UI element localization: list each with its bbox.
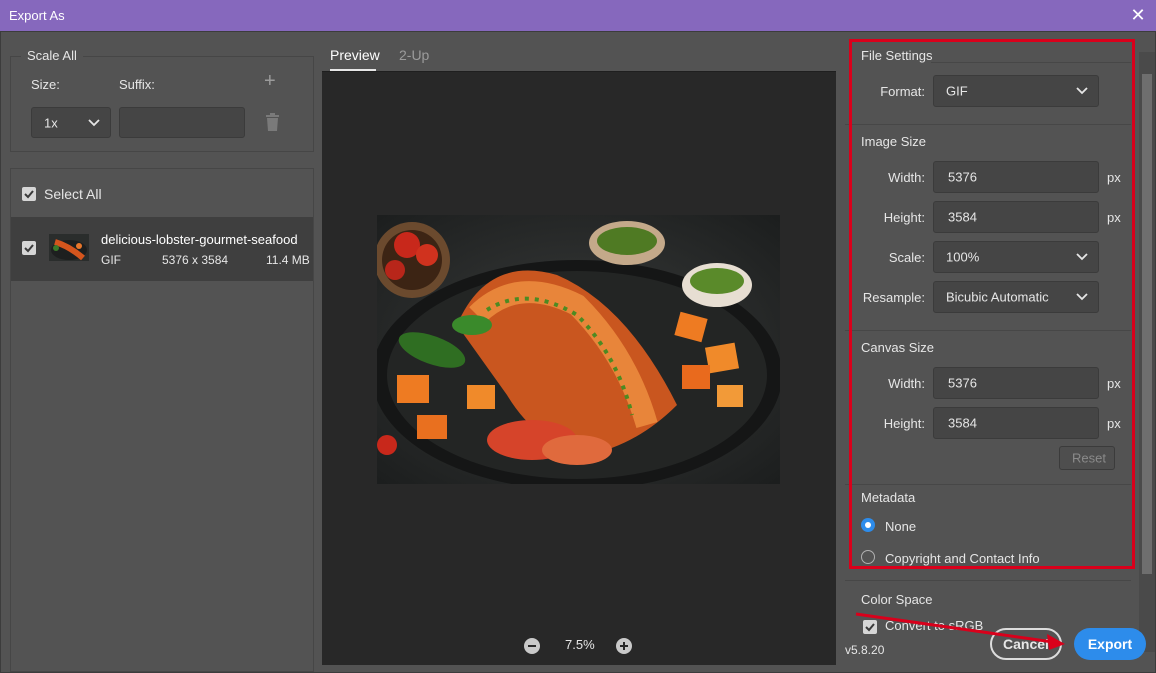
resample-dropdown[interactable]: Bicubic Automatic <box>933 281 1099 313</box>
plus-icon <box>620 642 628 650</box>
chevron-down-icon <box>1076 87 1088 95</box>
divider <box>845 484 1131 485</box>
chevron-down-icon <box>1076 253 1088 261</box>
metadata-none-radio[interactable] <box>861 518 875 532</box>
settings-panel: File Settings Format: GIF Image Size Wid… <box>845 32 1145 672</box>
add-scale-icon[interactable]: + <box>264 70 276 93</box>
chevron-down-icon <box>1076 293 1088 301</box>
minus-icon <box>528 645 536 647</box>
height-label: Height: <box>883 210 925 225</box>
file-checkbox[interactable] <box>22 241 36 255</box>
canvas-height-unit: px <box>1107 416 1121 431</box>
image-size-title: Image Size <box>861 134 927 149</box>
divider <box>845 580 1131 581</box>
width-input[interactable]: 5376 <box>933 161 1099 193</box>
export-dialog: Scale All Size: Suffix: + 1x Select All <box>0 31 1156 673</box>
divider <box>845 124 1131 125</box>
file-thumbnail <box>49 234 89 261</box>
annotation-arrow <box>855 612 1065 650</box>
zoom-out-button[interactable] <box>524 638 540 654</box>
resample-label: Resample: <box>862 290 925 305</box>
window-title: Export As <box>9 8 65 23</box>
format-dropdown[interactable]: GIF <box>933 75 1099 107</box>
scrollbar-thumb[interactable] <box>1142 74 1152 574</box>
chevron-down-icon <box>88 118 100 126</box>
file-format: GIF <box>101 253 121 267</box>
divider <box>845 330 1131 331</box>
reset-button[interactable]: Reset <box>1059 446 1115 470</box>
scale-label: Scale: <box>888 250 925 265</box>
format-label: Format: <box>880 84 925 99</box>
scale-all-label: Scale All <box>21 48 83 63</box>
title-bar: Export As ✕ <box>0 0 1156 31</box>
file-settings-title: File Settings <box>861 48 933 63</box>
height-unit: px <box>1107 210 1121 225</box>
size-value: 1x <box>44 115 58 130</box>
preview-image <box>377 215 780 484</box>
metadata-none-label: None <box>885 519 917 534</box>
suffix-input[interactable] <box>119 107 245 138</box>
zoom-level: 7.5% <box>565 637 595 652</box>
select-all-checkbox[interactable] <box>22 187 36 201</box>
tab-2-up[interactable]: 2-Up <box>399 47 429 63</box>
canvas-height-label: Height: <box>883 416 925 431</box>
height-input[interactable]: 3584 <box>933 201 1099 233</box>
width-unit: px <box>1107 170 1121 185</box>
left-panel: Scale All Size: Suffix: + 1x Select All <box>1 32 321 672</box>
file-row[interactable]: delicious-lobster-gourmet-seafood GIF 53… <box>11 217 313 281</box>
canvas-width-input[interactable]: 5376 <box>933 367 1099 399</box>
divider <box>931 62 1131 63</box>
color-space-title: Color Space <box>861 592 933 607</box>
zoom-in-button[interactable] <box>616 638 632 654</box>
scale-dropdown[interactable]: 100% <box>933 241 1099 273</box>
file-size: 11.4 MB <box>266 253 310 267</box>
file-dimensions: 5376 x 3584 <box>162 253 229 267</box>
trash-icon[interactable] <box>265 113 280 131</box>
metadata-copyright-label: Copyright and Contact Info <box>885 551 1040 566</box>
size-dropdown[interactable]: 1x <box>31 107 111 138</box>
select-all-label: Select All <box>44 186 102 202</box>
size-label: Size: <box>31 77 60 92</box>
close-icon[interactable]: ✕ <box>1129 5 1147 25</box>
canvas-width-label: Width: <box>888 376 925 391</box>
canvas-size-title: Canvas Size <box>861 340 934 355</box>
preview-canvas: 7.5% <box>322 71 836 665</box>
suffix-label: Suffix: <box>119 77 155 92</box>
tab-preview[interactable]: Preview <box>330 47 380 63</box>
metadata-copyright-radio[interactable] <box>861 550 875 564</box>
canvas-width-unit: px <box>1107 376 1121 391</box>
metadata-title: Metadata <box>861 490 916 505</box>
canvas-height-input[interactable]: 3584 <box>933 407 1099 439</box>
settings-scrollbar[interactable] <box>1139 52 1155 652</box>
export-button[interactable]: Export <box>1074 628 1146 660</box>
format-value: GIF <box>946 83 968 99</box>
file-name: delicious-lobster-gourmet-seafood <box>101 232 298 247</box>
width-label: Width: <box>888 170 925 185</box>
file-list: Select All delicious-lobster-gourmet-sea… <box>10 168 314 672</box>
